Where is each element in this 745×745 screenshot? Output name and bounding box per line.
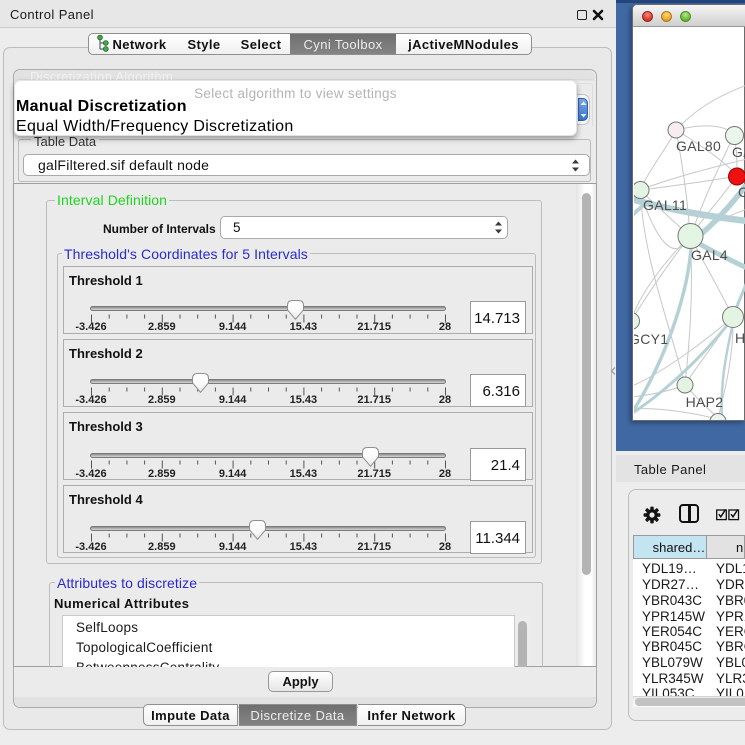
svg-text:HAP2: HAP2 [686, 394, 724, 410]
svg-text:GA: GA [732, 144, 745, 160]
svg-text:GAL80: GAL80 [676, 138, 721, 154]
svg-text:GAL4: GAL4 [691, 247, 728, 263]
svg-text:GCY1: GCY1 [634, 331, 668, 347]
svg-text:C: C [738, 184, 745, 200]
svg-text:H: H [735, 330, 745, 346]
svg-text:GAL11: GAL11 [643, 197, 687, 213]
